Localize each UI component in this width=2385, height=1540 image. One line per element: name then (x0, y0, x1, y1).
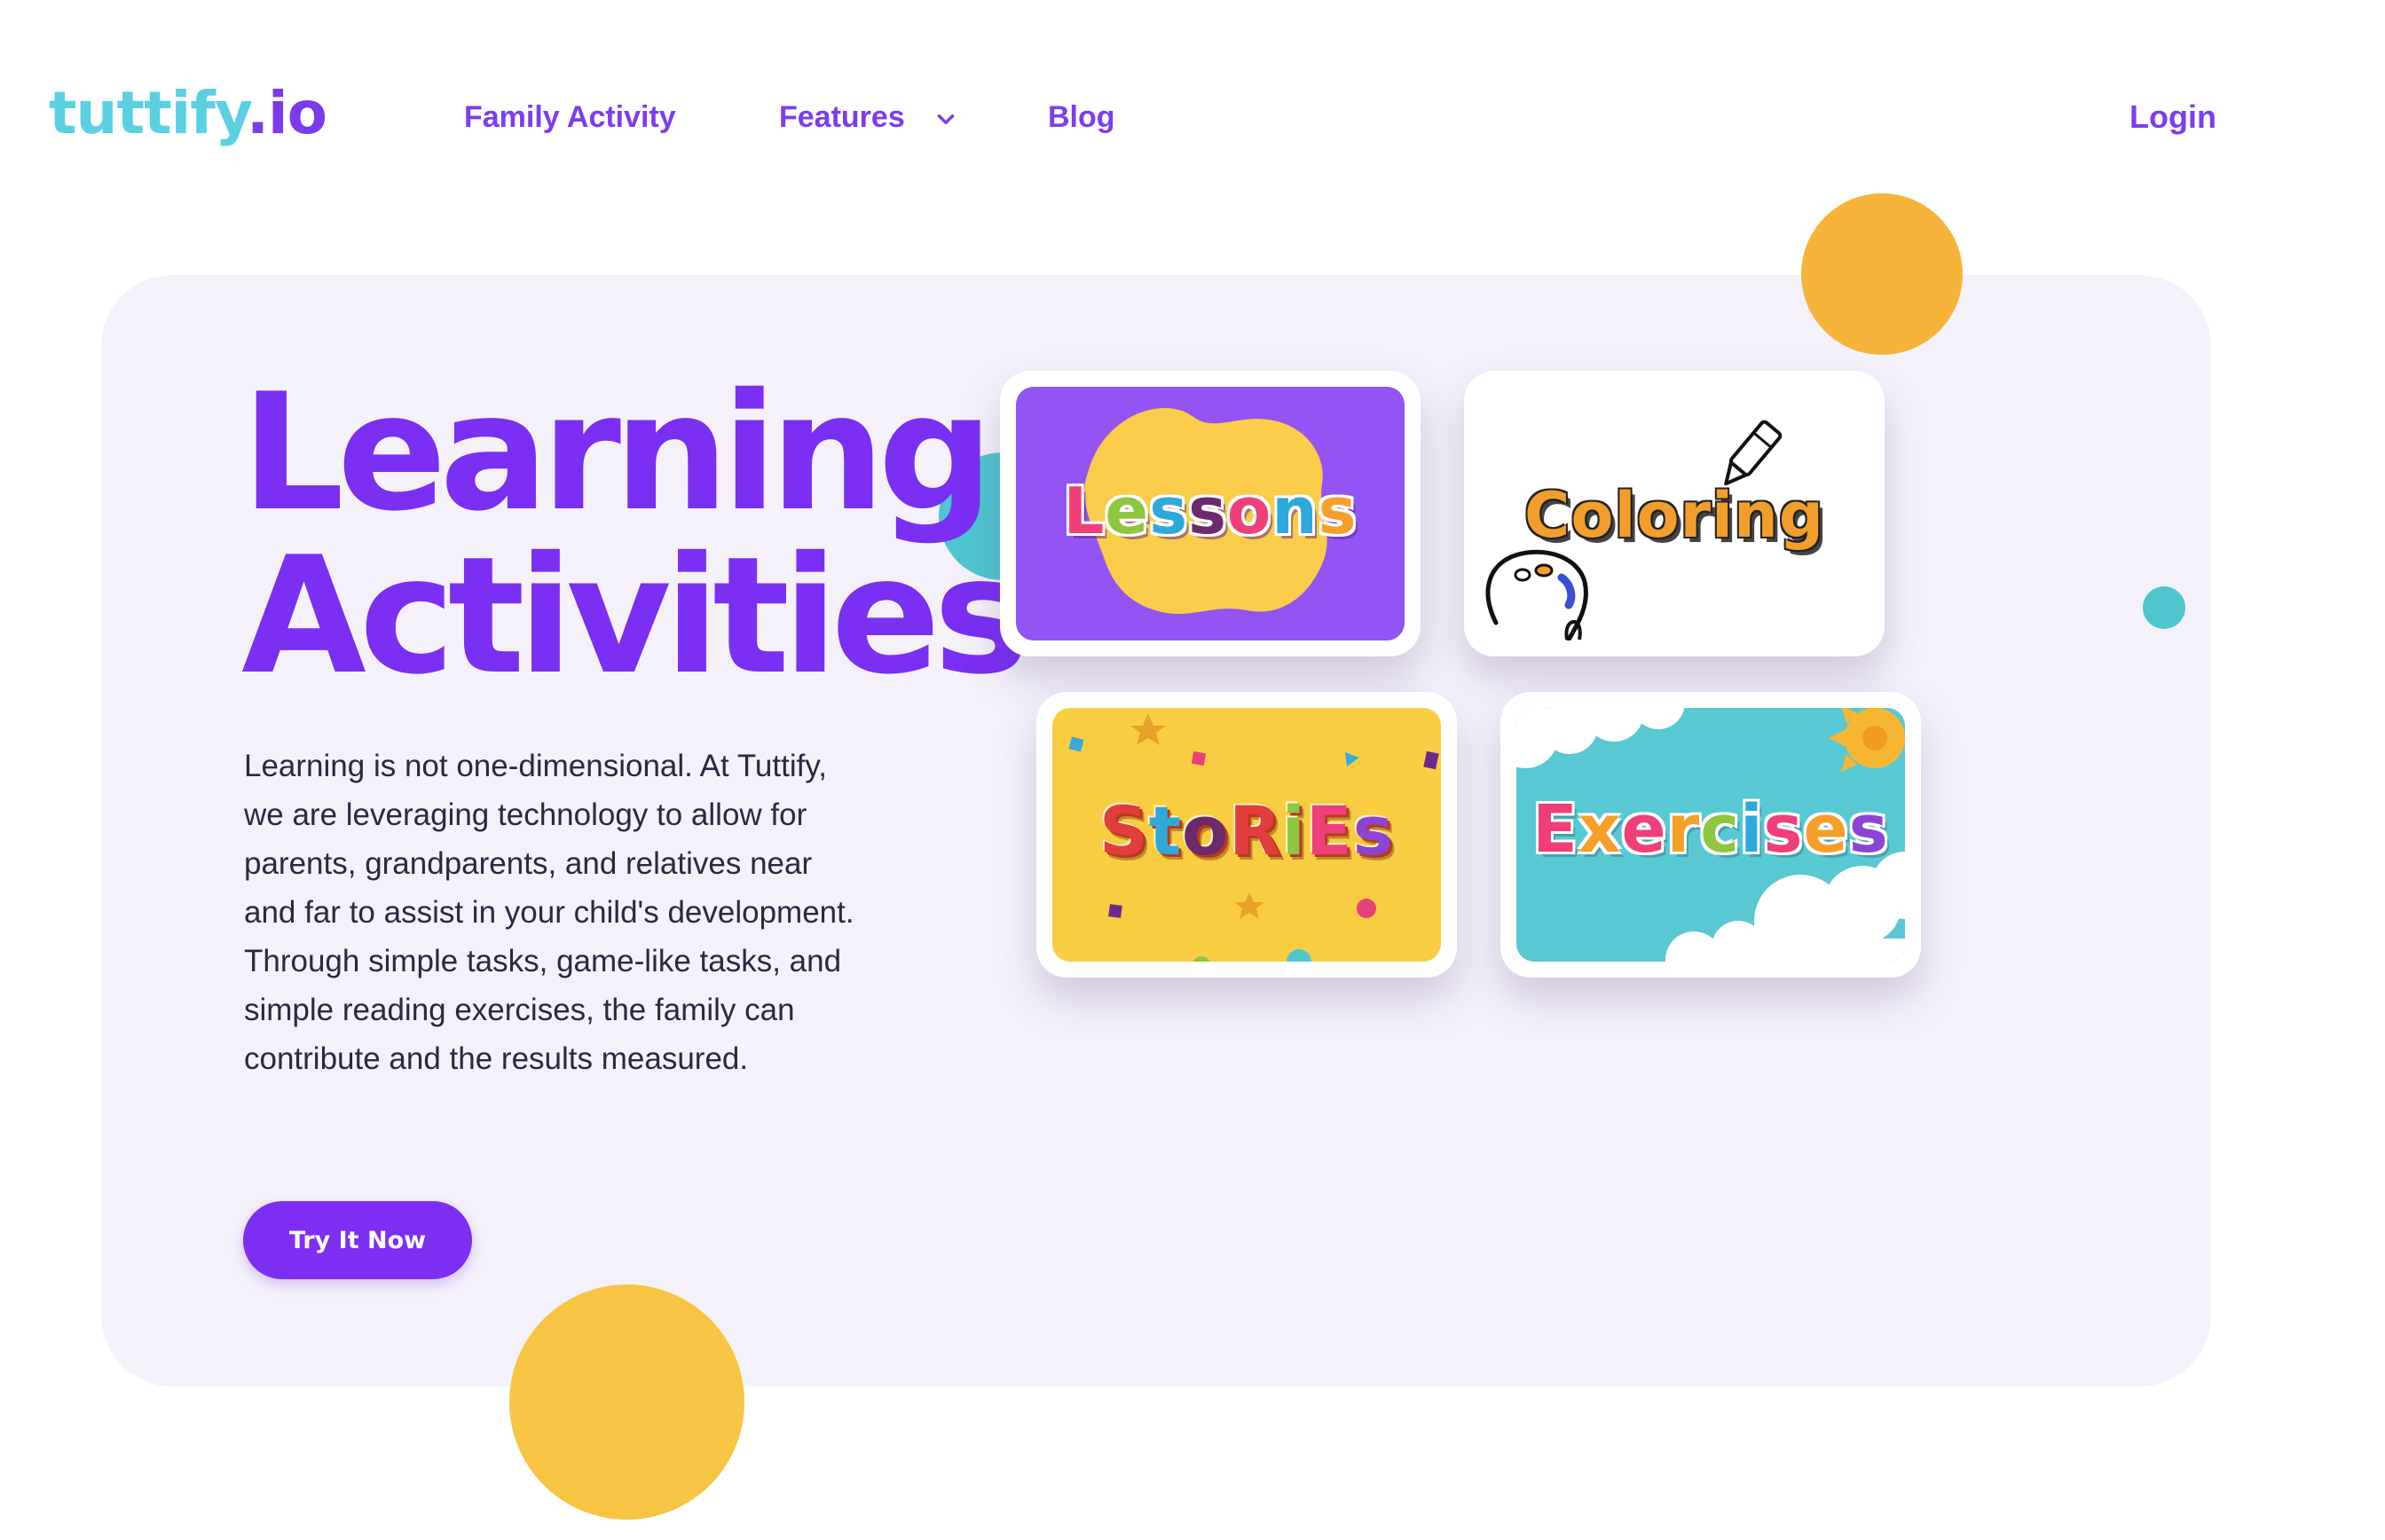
lessons-card-image: Lessons (1016, 387, 1405, 640)
stories-card-image: StoRiEs (1052, 708, 1441, 962)
decorative-teal-dot (2143, 586, 2185, 629)
try-it-now-button[interactable]: Try It Now (243, 1201, 472, 1279)
top-navigation: tuttify.io Family Activity Features Blog… (0, 0, 2385, 235)
lessons-card-label: Lessons (1063, 474, 1358, 548)
hero-title-line-1: Learning (241, 358, 994, 546)
stories-card-label: StoRiEs (1098, 791, 1395, 870)
hero-title: Learning Activities (241, 358, 1029, 710)
exercises-card-image: Exercises (1516, 708, 1905, 962)
login-link[interactable]: Login (2129, 96, 2216, 138)
coloring-card-image: Coloring (1480, 387, 1869, 640)
chevron-down-icon (937, 114, 955, 125)
logo-text-main: tuttify (49, 79, 248, 147)
stories-card[interactable]: StoRiEs (1036, 692, 1457, 978)
nav-features-dropdown[interactable]: Features (779, 96, 957, 138)
logo-text-domain: .io (246, 79, 327, 147)
lessons-card[interactable]: Lessons (1000, 371, 1421, 656)
exercises-card[interactable]: Exercises (1500, 692, 1921, 978)
nav-family-activity-link[interactable]: Family Activity (464, 96, 676, 138)
exercises-card-label: Exercises (1532, 791, 1889, 868)
decorative-orange-circle-top (1801, 193, 1963, 355)
hero-title-line-2: Activities (241, 522, 1029, 710)
nav-blog-link[interactable]: Blog (1048, 96, 1115, 138)
coloring-card-label: Coloring (1523, 479, 1824, 552)
coloring-card[interactable]: Coloring (1464, 371, 1885, 656)
decorative-yellow-circle-bottom (509, 1285, 744, 1520)
hero-description: Learning is not one-dimensional. At Tutt… (244, 749, 854, 1076)
tuttify-logo[interactable]: tuttify.io (49, 78, 327, 149)
nav-features-label: Features (779, 100, 905, 134)
